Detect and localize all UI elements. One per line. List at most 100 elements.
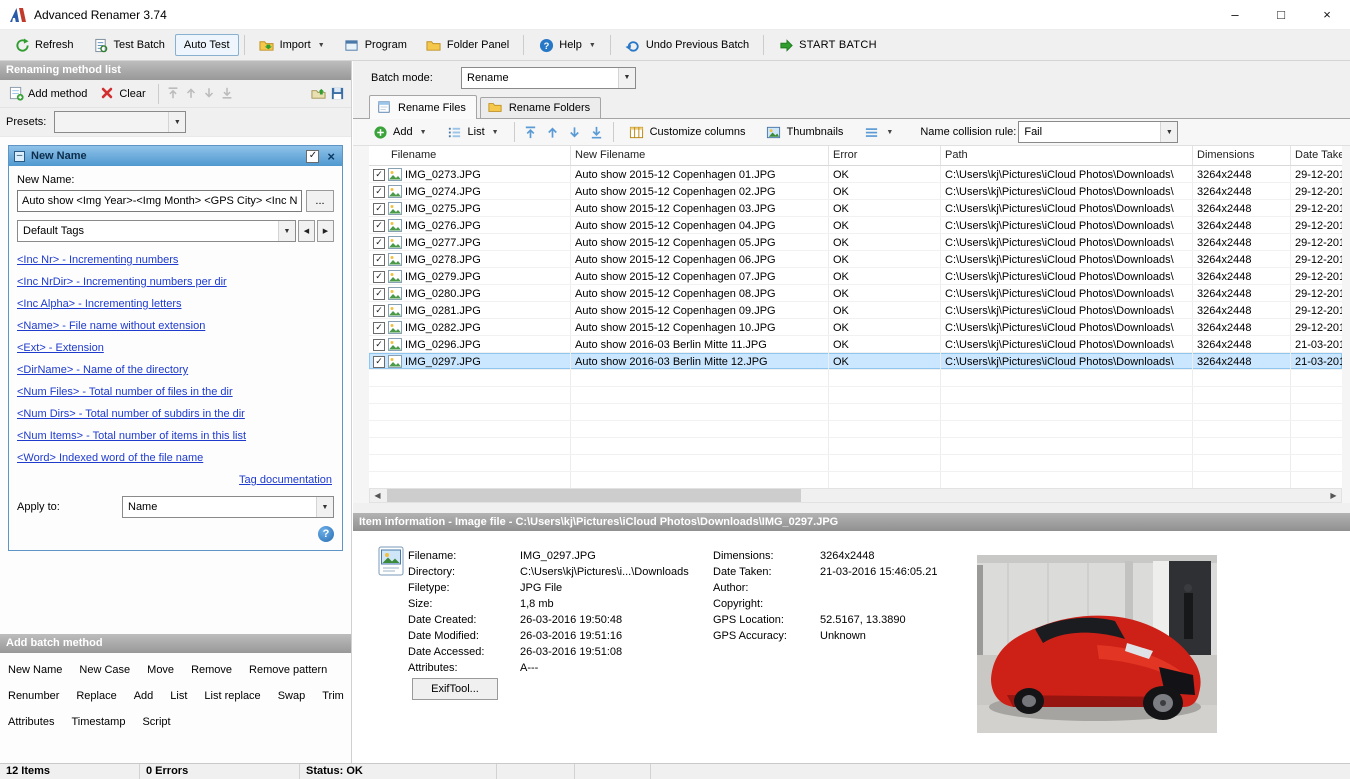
scrollbar-track[interactable] [385, 489, 1326, 502]
row-checkbox[interactable]: ✓ [373, 287, 385, 300]
move-method-down-icon[interactable] [202, 86, 217, 101]
folder-panel-button[interactable]: Folder Panel [417, 32, 518, 58]
move-method-bottom-icon[interactable] [220, 86, 235, 101]
row-checkbox[interactable]: ✓ [373, 270, 385, 283]
tag-link[interactable]: <DirName> - Name of the directory [17, 360, 334, 382]
add-method-timestamp[interactable]: Timestamp [71, 716, 125, 728]
tag-link[interactable]: <Word> Indexed word of the file name [17, 448, 334, 470]
method-enabled-checkbox[interactable]: ✓ [306, 149, 320, 163]
move-method-top-icon[interactable] [166, 86, 181, 101]
table-row[interactable]: ✓ IMG_0297.JPG Auto show 2016-03 Berlin … [369, 353, 1342, 370]
tag-link[interactable]: <Inc Nr> - Incrementing numbers [17, 250, 334, 272]
clear-methods-button[interactable]: Clear [95, 83, 150, 104]
move-item-top-icon[interactable] [521, 123, 541, 141]
tag-link[interactable]: <Num Files> - Total number of files in t… [17, 382, 334, 404]
add-method-swap[interactable]: Swap [278, 690, 306, 702]
tab-rename-folders[interactable]: Rename Folders [479, 97, 602, 118]
row-checkbox[interactable]: ✓ [373, 304, 385, 317]
add-method-list[interactable]: List [170, 690, 187, 702]
table-row[interactable]: ✓ IMG_0279.JPG Auto show 2015-12 Copenha… [369, 268, 1342, 285]
new-name-input[interactable] [17, 190, 302, 212]
row-checkbox[interactable]: ✓ [373, 168, 385, 181]
table-row[interactable]: ✓ IMG_0280.JPG Auto show 2015-12 Copenha… [369, 285, 1342, 302]
save-preset-icon[interactable] [330, 86, 345, 101]
open-preset-icon[interactable] [311, 86, 326, 101]
tag-documentation-link[interactable]: Tag documentation [239, 474, 332, 486]
table-row[interactable]: ✓ IMG_0281.JPG Auto show 2015-12 Copenha… [369, 302, 1342, 319]
row-checkbox[interactable]: ✓ [373, 185, 385, 198]
move-method-up-icon[interactable] [184, 86, 199, 101]
tag-link[interactable]: <Num Items> - Total number of items in t… [17, 426, 334, 448]
customize-columns-button[interactable]: Customize columns [620, 119, 755, 145]
table-row[interactable]: ✓ IMG_0278.JPG Auto show 2015-12 Copenha… [369, 251, 1342, 268]
tag-link[interactable]: <Name> - File name without extension [17, 316, 334, 338]
row-checkbox[interactable]: ✓ [373, 236, 385, 249]
list-menu-button[interactable]: List ▼ [438, 119, 508, 145]
table-row[interactable]: ✓ IMG_0273.JPG Auto show 2015-12 Copenha… [369, 166, 1342, 183]
row-checkbox[interactable]: ✓ [373, 219, 385, 232]
row-checkbox[interactable]: ✓ [373, 253, 385, 266]
tag-page-next-button[interactable]: ▶ [317, 220, 334, 242]
method-help-icon[interactable]: ? [318, 526, 334, 542]
scroll-right-icon[interactable]: ▶ [1326, 489, 1341, 502]
tag-link[interactable]: <Inc NrDir> - Incrementing numbers per d… [17, 272, 334, 294]
column-header-new-filename[interactable]: New Filename [571, 146, 829, 165]
scrollbar-thumb[interactable] [387, 489, 802, 502]
row-checkbox[interactable]: ✓ [373, 321, 385, 334]
minimize-button[interactable]: – [1212, 0, 1258, 30]
move-item-down-icon[interactable] [565, 123, 585, 141]
add-method-button[interactable]: Add method [4, 83, 92, 104]
table-row[interactable]: ✓ IMG_0282.JPG Auto show 2015-12 Copenha… [369, 319, 1342, 336]
table-row[interactable]: ✓ IMG_0274.JPG Auto show 2015-12 Copenha… [369, 183, 1342, 200]
program-button[interactable]: Program [335, 32, 416, 58]
name-collision-dropdown[interactable]: Fail ▼ [1018, 121, 1179, 143]
tab-rename-files[interactable]: Rename Files [369, 95, 477, 119]
close-method-icon[interactable]: × [325, 149, 337, 164]
browse-button[interactable]: ... [306, 190, 334, 212]
add-method-replace[interactable]: Replace [76, 690, 116, 702]
presets-dropdown[interactable]: ▼ [54, 111, 187, 133]
table-row[interactable]: ✓ IMG_0275.JPG Auto show 2015-12 Copenha… [369, 200, 1342, 217]
row-checkbox[interactable]: ✓ [373, 338, 385, 351]
undo-previous-batch-button[interactable]: Undo Previous Batch [616, 32, 758, 58]
import-button[interactable]: Import ▼ [250, 32, 334, 58]
view-options-button[interactable]: ▼ [854, 119, 902, 145]
column-header-filename[interactable]: Filename [369, 146, 571, 165]
add-method-new-case[interactable]: New Case [79, 664, 130, 676]
column-header-dimensions[interactable]: Dimensions [1193, 146, 1291, 165]
add-method-script[interactable]: Script [142, 716, 170, 728]
add-method-new-name[interactable]: New Name [8, 664, 62, 676]
column-header-path[interactable]: Path [941, 146, 1193, 165]
add-method-add[interactable]: Add [134, 690, 154, 702]
batch-mode-dropdown[interactable]: Rename ▼ [461, 66, 636, 89]
refresh-button[interactable]: Refresh [5, 32, 83, 58]
tag-category-dropdown[interactable]: Default Tags ▼ [17, 220, 296, 242]
column-header-date-taken[interactable]: Date Taken [1291, 146, 1342, 165]
thumbnails-button[interactable]: Thumbnails [757, 119, 853, 145]
tag-page-prev-button[interactable]: ◀ [298, 220, 315, 242]
close-button[interactable]: × [1304, 0, 1350, 30]
tag-link[interactable]: <Ext> - Extension [17, 338, 334, 360]
table-row[interactable]: ✓ IMG_0277.JPG Auto show 2015-12 Copenha… [369, 234, 1342, 251]
add-method-attributes[interactable]: Attributes [8, 716, 54, 728]
help-button[interactable]: ? Help ▼ [529, 32, 605, 58]
add-files-button[interactable]: Add ▼ [363, 119, 436, 145]
add-method-remove[interactable]: Remove [191, 664, 232, 676]
horizontal-scrollbar[interactable]: ◀ ▶ [369, 488, 1342, 503]
apply-to-dropdown[interactable]: Name ▼ [122, 496, 334, 518]
row-checkbox[interactable]: ✓ [373, 355, 385, 368]
tag-link[interactable]: <Inc Alpha> - Incrementing letters [17, 294, 334, 316]
row-checkbox[interactable]: ✓ [373, 202, 385, 215]
collapse-panel-icon[interactable]: – [14, 150, 25, 162]
add-method-remove-pattern[interactable]: Remove pattern [249, 664, 327, 676]
auto-test-toggle[interactable]: Auto Test [174, 34, 239, 56]
test-batch-button[interactable]: Test Batch [84, 32, 174, 58]
table-row[interactable]: ✓ IMG_0276.JPG Auto show 2015-12 Copenha… [369, 217, 1342, 234]
start-batch-button[interactable]: START BATCH [769, 32, 886, 58]
scroll-left-icon[interactable]: ◀ [370, 489, 385, 502]
add-method-trim[interactable]: Trim [322, 690, 344, 702]
column-header-error[interactable]: Error [829, 146, 941, 165]
maximize-button[interactable]: □ [1258, 0, 1304, 30]
add-method-list-replace[interactable]: List replace [204, 690, 260, 702]
table-row[interactable]: ✓ IMG_0296.JPG Auto show 2016-03 Berlin … [369, 336, 1342, 353]
